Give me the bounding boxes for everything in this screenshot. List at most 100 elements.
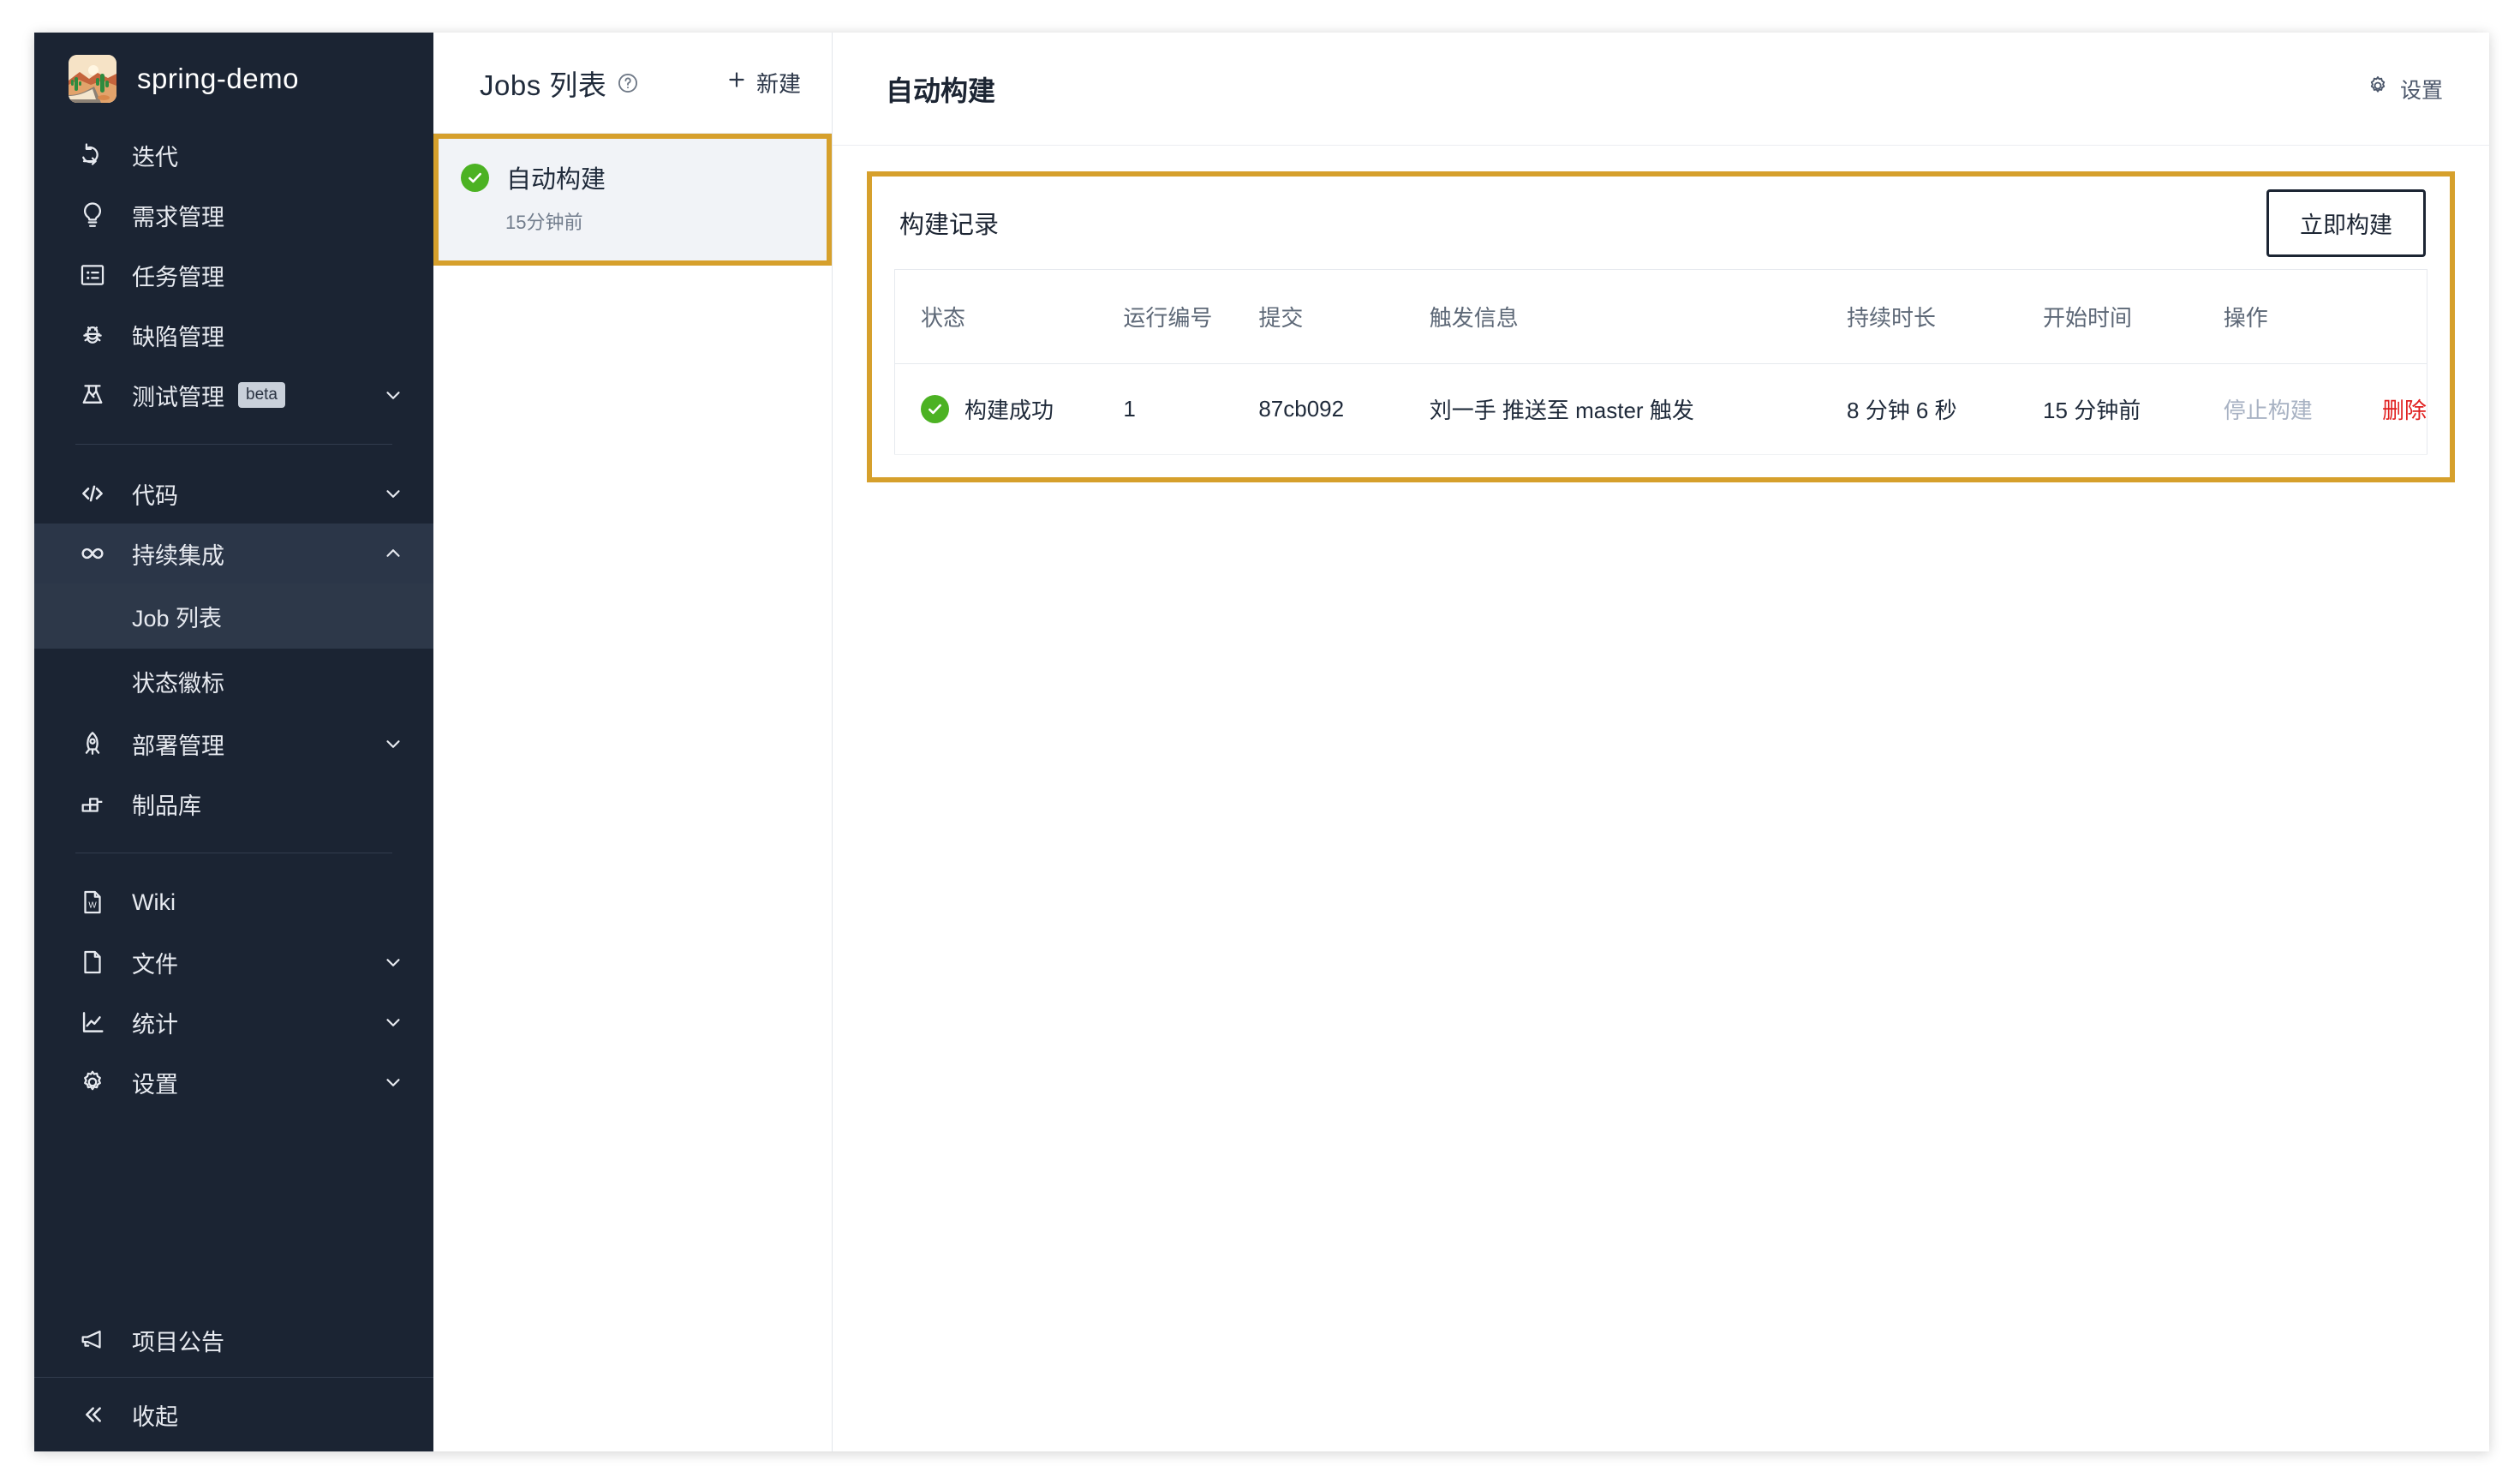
status-label: 构建成功 [964, 398, 1054, 423]
sidebar-footer: 项目公告 收起 [34, 1303, 433, 1451]
sidebar-divider [75, 444, 392, 445]
double-chevron-left-icon [75, 1397, 110, 1432]
project-name: spring-demo [137, 63, 299, 94]
chevron-down-icon[interactable] [382, 482, 404, 505]
sidebar-item-files[interactable]: 文件 [34, 932, 433, 992]
check-circle-icon [461, 163, 489, 192]
sidebar-item-ci[interactable]: 持续集成 [34, 524, 433, 583]
delete-link[interactable]: 删除 [2382, 398, 2427, 423]
file-icon [75, 945, 110, 979]
megaphone-icon [75, 1323, 110, 1357]
sidebar-item-label: 测试管理 [132, 384, 224, 410]
sidebar-item-label: 任务管理 [132, 264, 224, 290]
cell-run-number: 1 [1123, 363, 1259, 455]
chevron-down-icon[interactable] [382, 384, 404, 406]
infinity-icon [75, 536, 110, 571]
wiki-doc-icon: W [75, 885, 110, 919]
table-header-row: 状态 运行编号 提交 触发信息 持续时长 开始时间 操作 [894, 269, 2427, 364]
sidebar-item-label: 设置 [132, 1071, 178, 1098]
table-header: 状态 运行编号 提交 触发信息 持续时长 开始时间 操作 [894, 269, 2427, 364]
sidebar-subitem-job-list[interactable]: Job 列表 [34, 583, 433, 649]
sidebar-collapse-button[interactable]: 收起 [34, 1378, 433, 1451]
task-list-icon [75, 258, 110, 292]
sidebar-item-settings[interactable]: 设置 [34, 1052, 433, 1112]
build-records-table-wrapper: 状态 运行编号 提交 触发信息 持续时长 开始时间 操作 构建成功 1 87cb… [872, 269, 2450, 477]
cell-operations: 停止构建 删除 [2223, 363, 2427, 455]
plus-icon [726, 69, 748, 97]
gear-icon [2366, 74, 2390, 104]
column-header-operations: 操作 [2223, 269, 2427, 364]
sidebar-item-statistics[interactable]: 统计 [34, 992, 433, 1052]
code-icon [75, 476, 110, 511]
project-avatar [69, 55, 116, 103]
bug-icon [75, 318, 110, 352]
chevron-down-icon[interactable] [382, 951, 404, 973]
chevron-down-icon[interactable] [382, 1011, 404, 1033]
cell-trigger: 刘一手 推送至 master 触发 [1429, 363, 1848, 455]
build-records-panel: 构建记录 立即构建 状态 运行编号 提交 触发信息 持续时长 开始时间 操作 构… [867, 171, 2455, 482]
svg-text:W: W [88, 901, 97, 910]
sidebar-item-label: Wiki [132, 889, 176, 915]
main-header: 自动构建 设置 [833, 33, 2489, 146]
table-body: 构建成功 1 87cb092 刘一手 推送至 master 触发 8 分钟 6 … [894, 363, 2427, 455]
sidebar-item-label: 迭代 [132, 144, 178, 171]
artifact-icon [75, 787, 110, 821]
jobs-panel: Jobs 列表 新建 自动构建 15分钟前 [433, 33, 833, 1451]
sidebar-item-artifacts[interactable]: 制品库 [34, 774, 433, 834]
column-header-commit: 提交 [1258, 269, 1430, 364]
sidebar-item-label: 持续集成 [132, 542, 224, 569]
app-window: spring-demo 迭代 需求管理 任务管理 缺陷管理 测试管理 beta … [34, 33, 2489, 1451]
sidebar-item-wiki[interactable]: W Wiki [34, 872, 433, 932]
chevron-up-icon[interactable] [382, 542, 404, 565]
sidebar-item-label: 部署管理 [132, 733, 224, 759]
sidebar-item-label: 代码 [132, 482, 178, 509]
main-content: 自动构建 设置 构建记录 立即构建 状态 运行编号 提交 触发信息 持续时长 开… [833, 33, 2489, 1451]
new-job-button[interactable]: 新建 [726, 67, 801, 99]
jobs-panel-title-group: Jobs 列表 [480, 63, 639, 104]
job-item-row: 自动构建 [439, 159, 827, 195]
sidebar-item-announcement[interactable]: 项目公告 [34, 1303, 433, 1377]
cell-duration: 8 分钟 6 秒 [1847, 363, 2044, 455]
settings-button[interactable]: 设置 [2366, 74, 2443, 105]
project-header[interactable]: spring-demo [34, 33, 433, 125]
column-header-start-time: 开始时间 [2043, 269, 2224, 364]
sidebar-item-label: 收起 [132, 1403, 178, 1430]
cell-commit[interactable]: 87cb092 [1258, 363, 1430, 455]
sidebar-item-bugs[interactable]: 缺陷管理 [34, 305, 433, 365]
sidebar-item-testing[interactable]: 测试管理 beta [34, 365, 433, 425]
column-header-duration: 持续时长 [1847, 269, 2044, 364]
check-circle-icon [921, 395, 949, 423]
table-row[interactable]: 构建成功 1 87cb092 刘一手 推送至 master 触发 8 分钟 6 … [894, 363, 2427, 455]
sidebar-scroll-area: spring-demo 迭代 需求管理 任务管理 缺陷管理 测试管理 beta … [34, 33, 433, 1303]
sidebar-item-tasks[interactable]: 任务管理 [34, 245, 433, 305]
chevron-down-icon[interactable] [382, 733, 404, 755]
cell-start-time: 15 分钟前 [2043, 363, 2224, 455]
sidebar-item-iteration[interactable]: 迭代 [34, 125, 433, 185]
column-header-run-number: 运行编号 [1123, 269, 1259, 364]
sidebar-item-label: 制品库 [132, 793, 201, 819]
column-header-trigger: 触发信息 [1429, 269, 1848, 364]
sidebar: spring-demo 迭代 需求管理 任务管理 缺陷管理 测试管理 beta … [34, 33, 433, 1451]
sidebar-item-deployment[interactable]: 部署管理 [34, 714, 433, 774]
status-badge: 构建成功 [921, 393, 1123, 425]
job-list-item-selected[interactable]: 自动构建 15分钟前 [433, 134, 832, 266]
job-item-time: 15分钟前 [505, 212, 583, 233]
question-circle-icon[interactable] [617, 72, 639, 94]
sidebar-subitem-label: Job 列表 [132, 605, 223, 631]
cell-status: 构建成功 [894, 363, 1124, 455]
beta-badge: beta [238, 382, 285, 408]
sidebar-item-requirements[interactable]: 需求管理 [34, 185, 433, 245]
rocket-icon [75, 727, 110, 761]
build-now-button[interactable]: 立即构建 [2266, 188, 2426, 257]
sidebar-subitem-status-badge[interactable]: 状态徽标 [34, 649, 433, 714]
chevron-down-icon[interactable] [382, 1071, 404, 1093]
panel-wrapper: 构建记录 立即构建 状态 运行编号 提交 触发信息 持续时长 开始时间 操作 构… [833, 146, 2489, 482]
sidebar-item-label: 统计 [132, 1011, 178, 1038]
iteration-icon [75, 138, 110, 172]
gear-icon [75, 1065, 110, 1099]
flask-icon [75, 378, 110, 412]
sidebar-item-code[interactable]: 代码 [34, 464, 433, 524]
stop-build-link: 停止构建 [2223, 398, 2313, 423]
job-item-name: 自动构建 [506, 166, 606, 194]
sidebar-item-label: 需求管理 [132, 204, 224, 230]
